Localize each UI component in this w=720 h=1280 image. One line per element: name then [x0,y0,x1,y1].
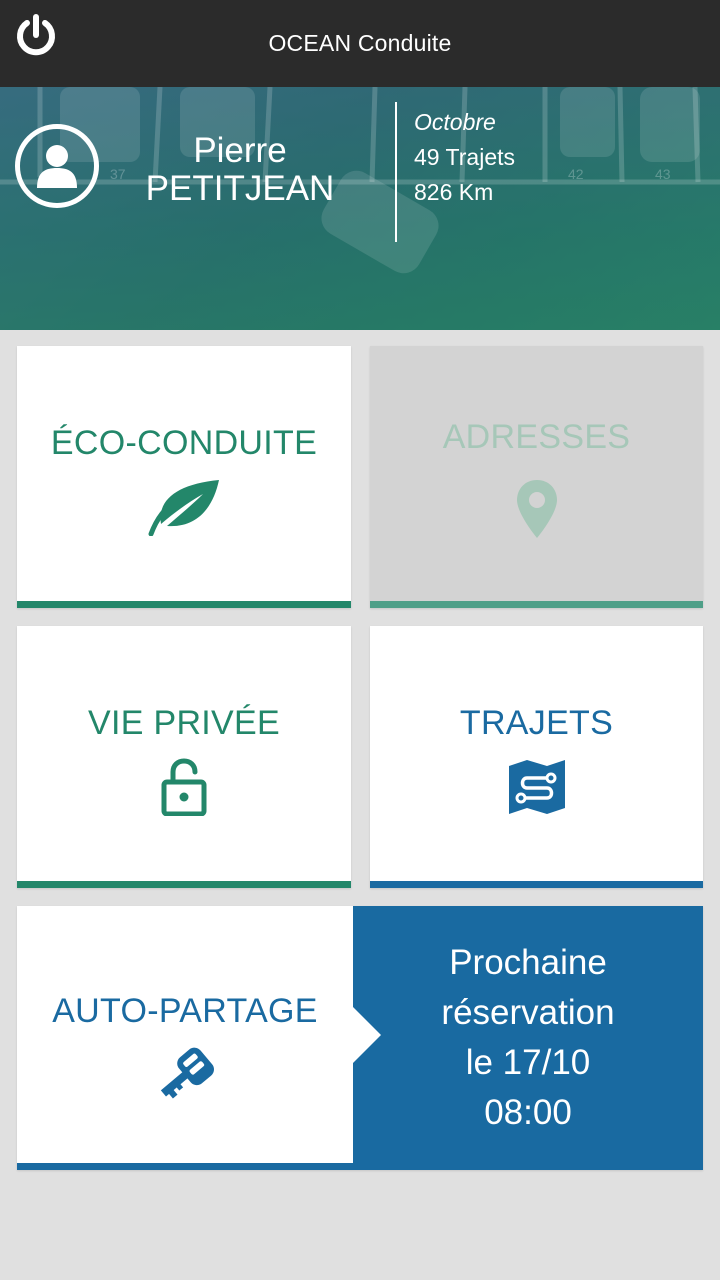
stats-distance: 826 Km [414,179,494,205]
user-last-name: PETITJEAN [145,169,335,208]
tile-auto-partage-label: AUTO-PARTAGE [52,992,318,1030]
svg-text:43: 43 [655,166,671,182]
parking-background-image: 37 42 43 [0,87,720,274]
stats-trips: 49 Trajets [414,144,515,170]
user-first-name: Pierre [193,131,287,170]
tile-eco-conduite[interactable]: ÉCO-CONDUITE [17,346,351,608]
panel-arrow [352,1006,381,1064]
tile-vie-privee[interactable]: VIE PRIVÉE [17,626,351,888]
tile-trajets-label: TRAJETS [459,704,614,742]
reservation-line-1: Prochaine [449,943,607,982]
svg-text:37: 37 [110,166,126,182]
tile-vie-privee-bar [17,881,351,888]
reservation-date: le 17/10 [465,1043,591,1082]
reservation-time: 08:00 [484,1093,572,1132]
auto-partage-section[interactable]: AUTO-PARTAGE [17,906,353,1163]
svg-text:42: 42 [568,166,584,182]
tile-trajets-bar [370,881,703,888]
user-name: Pierre PETITJEAN [140,132,340,208]
tile-eco-label: ÉCO-CONDUITE [50,424,318,462]
map-pin-icon [515,478,559,545]
profile-banner: 37 42 43 Pierre PETITJEAN Octobre 49 Tra… [0,87,720,330]
leaf-icon [147,478,221,541]
app-title: OCEAN Conduite [268,30,452,56]
tile-adresses[interactable]: ADRESSES [370,346,703,608]
stats-month: Octobre [414,109,496,135]
tile-adresses-label: ADRESSES [442,418,631,456]
reservation-panel[interactable]: Prochaine réservation le 17/10 08:00 [352,906,703,1170]
tile-eco-bar [17,601,351,608]
tile-vie-privee-label: VIE PRIVÉE [88,704,280,742]
tile-auto-partage-bar [17,1163,353,1170]
tile-auto-partage[interactable]: AUTO-PARTAGE Prochaine réservation le 17… [17,906,703,1170]
tile-adresses-bar [370,601,703,608]
car-key-icon [154,1044,216,1109]
power-icon[interactable] [13,13,59,59]
monthly-stats: Octobre 49 Trajets 826 Km [414,105,515,210]
unlock-icon [161,758,207,821]
reservation-line-2: réservation [441,993,615,1032]
user-icon [37,145,77,188]
route-map-icon [507,758,567,821]
divider [395,102,397,242]
avatar[interactable] [15,124,99,208]
tile-trajets[interactable]: TRAJETS [370,626,703,888]
top-bar: OCEAN Conduite [0,0,720,87]
